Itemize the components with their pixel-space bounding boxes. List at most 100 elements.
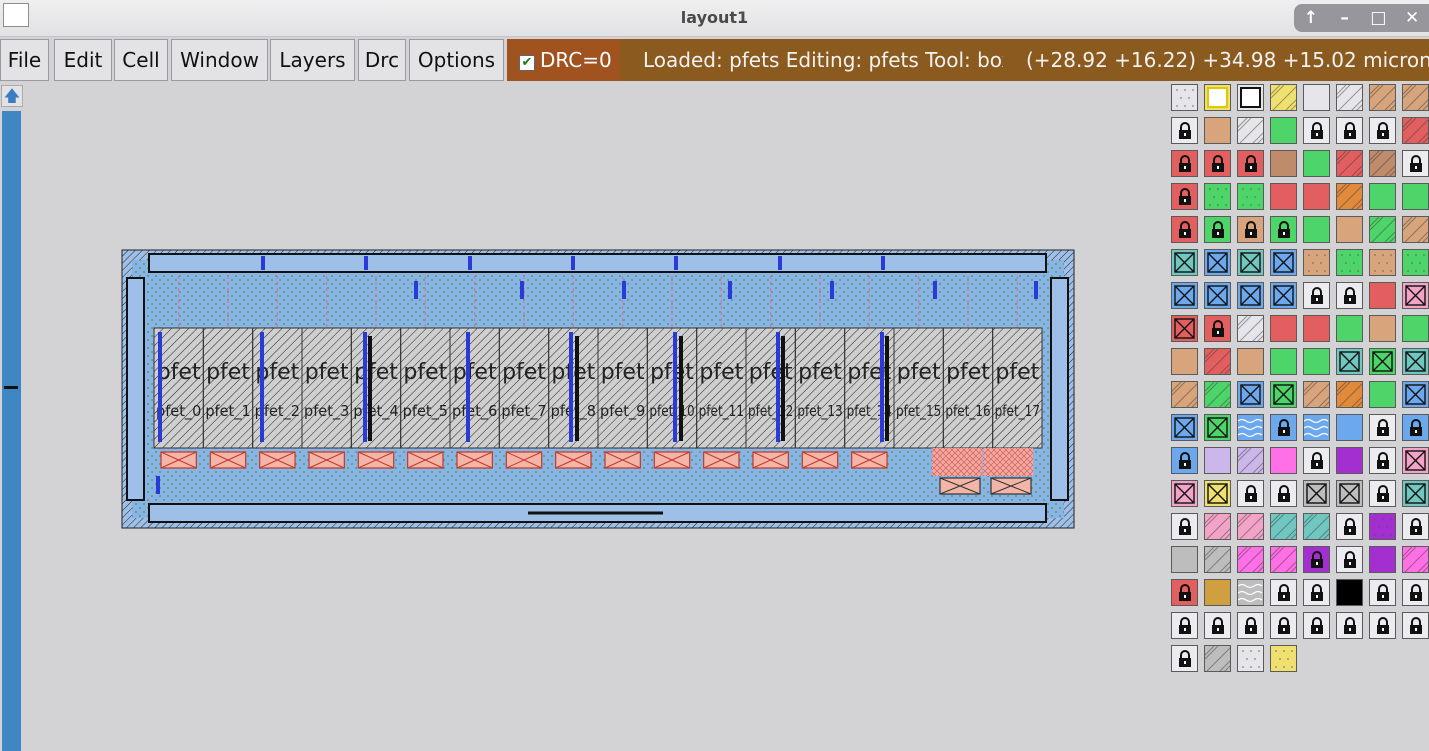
- layer-swatch-yellow-hatch[interactable]: [1270, 84, 1297, 111]
- layer-swatch-lock[interactable]: [1369, 480, 1396, 507]
- layer-swatch-tan-hatch[interactable]: [1402, 216, 1429, 243]
- layer-swatch-lock-tan[interactable]: [1237, 216, 1264, 243]
- layer-palette[interactable]: [1171, 84, 1429, 675]
- layout-canvas[interactable]: pfet pfet_0 pfet pfet_1 pfet pfet_2 pfet pfet_3…: [118, 246, 1078, 530]
- layer-swatch-pink-x[interactable]: [1171, 480, 1198, 507]
- layer-swatch-purple-dots[interactable]: [1369, 513, 1396, 540]
- layer-swatch-tan-light[interactable]: [1204, 117, 1231, 144]
- layer-swatch-magenta-hatch[interactable]: [1402, 546, 1429, 573]
- layer-swatch-purple-solid[interactable]: [1369, 546, 1396, 573]
- layer-swatch-lock-blue[interactable]: [1270, 414, 1297, 441]
- layer-swatch-tan-hatch[interactable]: [1171, 381, 1198, 408]
- layer-swatch-x-blue[interactable]: [1270, 249, 1297, 276]
- raise-icon[interactable]: ↑: [1299, 8, 1323, 28]
- layer-swatch-green[interactable]: [1270, 348, 1297, 375]
- layer-swatch-red[interactable]: [1369, 282, 1396, 309]
- layer-swatch-blank[interactable]: [1303, 84, 1330, 111]
- layer-swatch-tan-hatch[interactable]: [1369, 84, 1396, 111]
- layer-swatch-lock[interactable]: [1237, 612, 1264, 639]
- layer-swatch-green[interactable]: [1303, 216, 1330, 243]
- layer-swatch-x-blue[interactable]: [1171, 282, 1198, 309]
- layer-swatch-grey-dense[interactable]: [1171, 546, 1198, 573]
- layer-swatch-pink-hatch[interactable]: [1204, 513, 1231, 540]
- layer-swatch-tan[interactable]: [1171, 348, 1198, 375]
- layer-swatch-black-outline[interactable]: [1237, 84, 1264, 111]
- layer-swatch-lock[interactable]: [1270, 612, 1297, 639]
- layer-swatch-x-teal[interactable]: [1336, 348, 1363, 375]
- layer-swatch-lock[interactable]: [1369, 579, 1396, 606]
- layer-swatch-lock-red[interactable]: [1171, 579, 1198, 606]
- layer-swatch-red[interactable]: [1270, 315, 1297, 342]
- layer-swatch-lock[interactable]: [1369, 447, 1396, 474]
- layer-swatch-lavender[interactable]: [1204, 447, 1231, 474]
- layer-swatch-grey-hatch[interactable]: [1204, 645, 1231, 672]
- layer-swatch-x-blue[interactable]: [1237, 381, 1264, 408]
- layer-swatch-red-hatch[interactable]: [1402, 117, 1429, 144]
- layer-swatch-lock[interactable]: [1402, 612, 1429, 639]
- layer-swatch-brown-green[interactable]: [1270, 117, 1297, 144]
- layer-swatch-purple[interactable]: [1336, 447, 1363, 474]
- layer-swatch-pink-hatch[interactable]: [1237, 513, 1264, 540]
- layer-swatch-lock[interactable]: [1402, 579, 1429, 606]
- layer-swatch-pink-x[interactable]: [1402, 447, 1429, 474]
- layer-swatch-blue-pattern[interactable]: [1336, 414, 1363, 441]
- layer-swatch-lock[interactable]: [1369, 414, 1396, 441]
- layer-swatch-blue-wave[interactable]: [1237, 414, 1264, 441]
- layer-swatch-lock[interactable]: [1336, 546, 1363, 573]
- layer-swatch-tan-hatch[interactable]: [1303, 381, 1330, 408]
- layer-swatch-lock-green[interactable]: [1204, 216, 1231, 243]
- layer-swatch-lock[interactable]: [1171, 612, 1198, 639]
- layer-swatch-dots[interactable]: [1171, 84, 1198, 111]
- layer-swatch-lock[interactable]: [1270, 480, 1297, 507]
- layer-swatch-green-dots[interactable]: [1402, 249, 1429, 276]
- layer-swatch-lock[interactable]: [1270, 579, 1297, 606]
- minimize-icon[interactable]: –: [1333, 8, 1357, 28]
- layer-swatch-lock[interactable]: [1171, 117, 1198, 144]
- layer-swatch-x-teal[interactable]: [1171, 249, 1198, 276]
- layer-swatch-lock-red[interactable]: [1204, 315, 1231, 342]
- layer-swatch-yellow-dots[interactable]: [1270, 645, 1297, 672]
- layer-swatch-tan[interactable]: [1336, 216, 1363, 243]
- menu-file[interactable]: File: [0, 39, 49, 81]
- layer-swatch-red[interactable]: [1303, 183, 1330, 210]
- layer-swatch-brown-green[interactable]: [1369, 183, 1396, 210]
- drc-checkbox-icon[interactable]: ✔: [519, 55, 535, 71]
- layer-swatch-lock[interactable]: [1369, 612, 1396, 639]
- layer-swatch-green[interactable]: [1402, 315, 1429, 342]
- layer-swatch-black[interactable]: [1336, 579, 1363, 606]
- layer-swatch-black-hatch[interactable]: [1336, 84, 1363, 111]
- layer-swatch-orange-hatch[interactable]: [1336, 381, 1363, 408]
- layer-swatch-x-teal[interactable]: [1237, 249, 1264, 276]
- menu-edit[interactable]: Edit: [54, 39, 112, 81]
- scroll-track[interactable]: [2, 111, 21, 751]
- close-icon[interactable]: ✕: [1400, 8, 1424, 28]
- layer-swatch-red-hatch[interactable]: [1336, 150, 1363, 177]
- layer-swatch-lock[interactable]: [1303, 447, 1330, 474]
- layer-swatch-red-hatch[interactable]: [1204, 348, 1231, 375]
- layer-swatch-lock[interactable]: [1303, 282, 1330, 309]
- layer-swatch-green[interactable]: [1303, 348, 1330, 375]
- layer-swatch-lock[interactable]: [1402, 513, 1429, 540]
- layer-swatch-lock[interactable]: [1402, 150, 1429, 177]
- layer-swatch-teal-hatch[interactable]: [1270, 513, 1297, 540]
- layer-swatch-x-blue[interactable]: [1204, 249, 1231, 276]
- layer-swatch-x-blue[interactable]: [1171, 414, 1198, 441]
- layer-swatch-green-dots[interactable]: [1336, 249, 1363, 276]
- menu-options[interactable]: Options: [409, 39, 504, 81]
- layer-swatch-lock[interactable]: [1336, 513, 1363, 540]
- layer-swatch-x-blue[interactable]: [1204, 282, 1231, 309]
- layer-swatch-lock-red[interactable]: [1237, 150, 1264, 177]
- layer-swatch-white-dots[interactable]: [1237, 645, 1264, 672]
- layer-swatch-yellow-outline[interactable]: [1204, 84, 1231, 111]
- layer-swatch-x-red[interactable]: [1171, 315, 1198, 342]
- layer-swatch-green-hatch[interactable]: [1369, 216, 1396, 243]
- layer-swatch-magenta-hatch[interactable]: [1237, 546, 1264, 573]
- layer-swatch-lock-red[interactable]: [1204, 150, 1231, 177]
- layer-swatch-lock[interactable]: [1369, 117, 1396, 144]
- layer-swatch-x-green[interactable]: [1369, 348, 1396, 375]
- layer-swatch-x-green[interactable]: [1204, 414, 1231, 441]
- layer-swatch-tan-dots[interactable]: [1369, 249, 1396, 276]
- layer-swatch-grey-hatch[interactable]: [1204, 546, 1231, 573]
- layer-swatch-lock-red[interactable]: [1171, 216, 1198, 243]
- layer-swatch-lock[interactable]: [1336, 117, 1363, 144]
